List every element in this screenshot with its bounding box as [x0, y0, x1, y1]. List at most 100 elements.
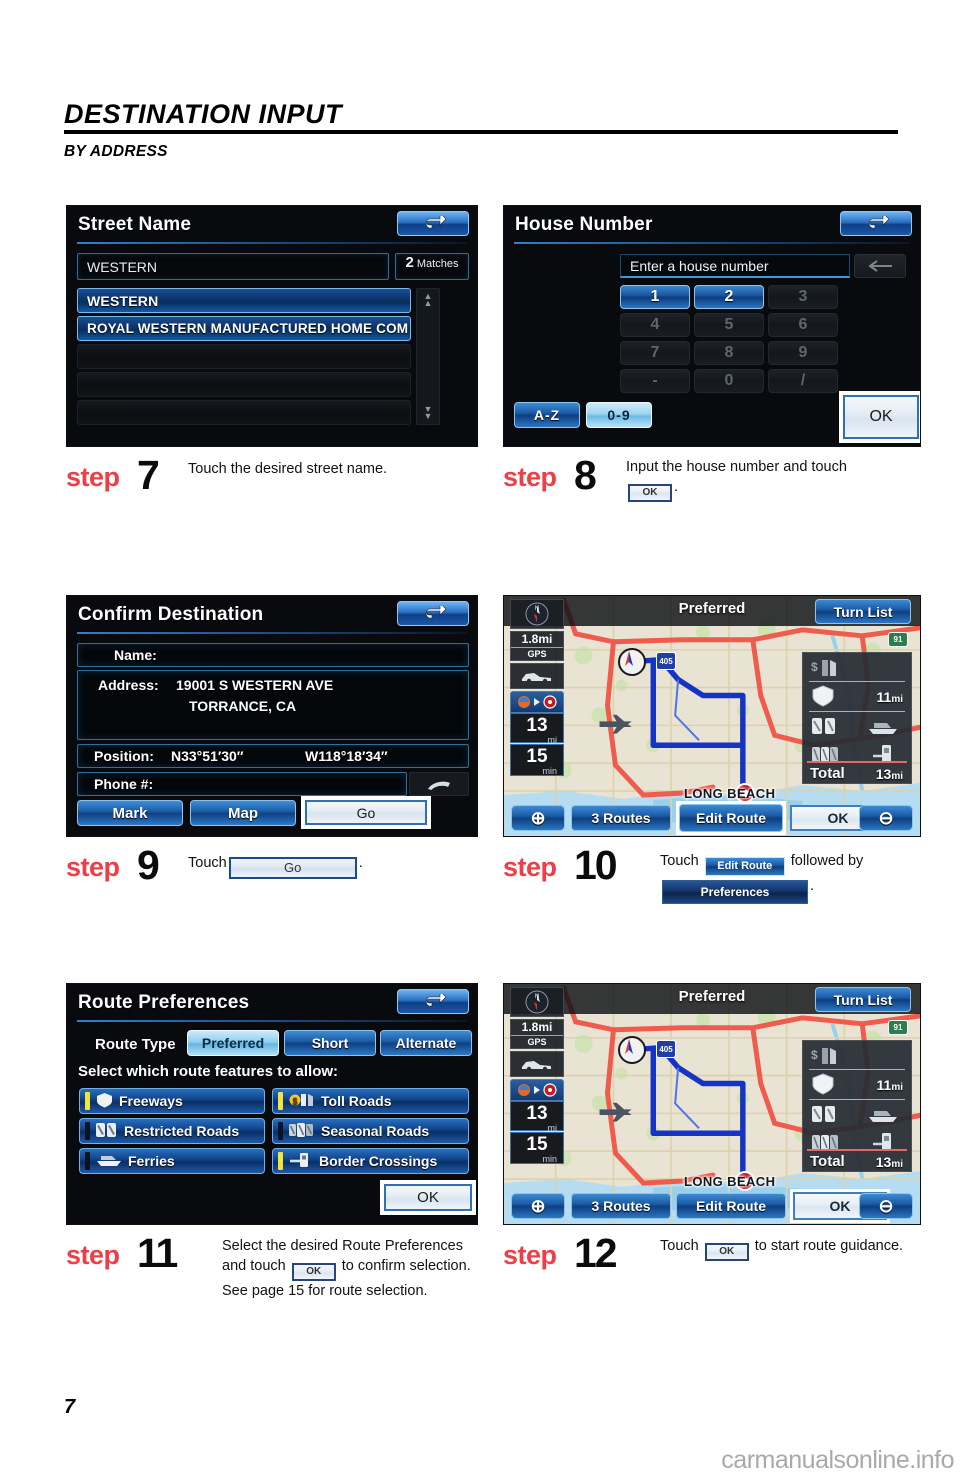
step-word: step: [66, 1240, 120, 1270]
time-box: 15 min: [510, 1132, 564, 1164]
zoom-out-icon[interactable]: ⊖: [859, 1193, 913, 1219]
screen-title: House Number: [515, 214, 653, 235]
feature-restricted-roads[interactable]: Restricted Roads: [79, 1118, 265, 1144]
restricted-road-icon: [96, 1122, 118, 1141]
tab-az[interactable]: A-Z: [514, 402, 580, 428]
scroll-down-icon[interactable]: ▼ ▼: [424, 405, 433, 421]
ok-button-highlight: OK: [380, 1180, 476, 1215]
back-arrow-icon[interactable]: [397, 601, 469, 626]
tab-09[interactable]: 0-9: [586, 402, 652, 428]
key-label: -: [652, 372, 658, 389]
feature-border-crossings[interactable]: Border Crossings: [272, 1148, 469, 1174]
turn-list-button[interactable]: Turn List: [815, 599, 911, 624]
key-4: 4: [620, 313, 690, 337]
phone-icon[interactable]: [409, 772, 469, 796]
city-label: LONG BEACH: [684, 786, 776, 801]
legend-total-value: 13mi: [875, 1154, 903, 1170]
list-item-empty: [77, 372, 411, 397]
step-text-after: .: [674, 479, 679, 495]
inline-go-button[interactable]: Go: [228, 857, 357, 879]
key-label: 1: [650, 288, 660, 305]
turn-list-button[interactable]: Turn List: [815, 987, 911, 1012]
name-label: Name:: [114, 647, 157, 663]
zoom-in-icon[interactable]: ⊕: [511, 1193, 565, 1219]
step-word: step: [503, 1240, 557, 1270]
highway-shield-91: 91: [888, 1020, 908, 1035]
watermark: carmanualsonline.info: [721, 1446, 954, 1474]
route-legend-panel: $ 11mi Total 13mi: [802, 652, 912, 784]
key-label: 0: [724, 372, 734, 389]
step-11-screenshot: Route Preferences Route Type Preferred S…: [66, 983, 478, 1225]
routes-button-label: 3 Routes: [591, 810, 651, 826]
mark-button[interactable]: Mark: [77, 800, 183, 826]
scroll-up-icon[interactable]: ▲ ▲: [424, 292, 433, 308]
toll-road-icon: $: [809, 657, 839, 684]
back-arrow-icon[interactable]: [840, 211, 912, 236]
step-10-screenshot: 405 91 LONG BEACH Preferred Turn List N: [503, 595, 921, 837]
route-type-alternate[interactable]: Alternate: [380, 1030, 472, 1056]
edit-route-button[interactable]: Edit Route: [679, 804, 783, 832]
toll-road-icon: $: [289, 1092, 315, 1111]
feature-seasonal-roads[interactable]: Seasonal Roads: [272, 1118, 469, 1144]
ferry-icon: [867, 717, 899, 740]
ok-button[interactable]: OK: [384, 1184, 472, 1211]
key-1[interactable]: 1: [620, 285, 690, 309]
inline-preferences-button[interactable]: Preferences: [662, 880, 808, 904]
key-label: 2: [724, 288, 734, 305]
address-line-2: TORRANCE, CA: [189, 698, 297, 714]
step-text-after: .: [358, 855, 363, 871]
feature-freeways[interactable]: Freeways: [79, 1088, 265, 1114]
time-value: 15: [526, 746, 548, 767]
back-arrow-icon[interactable]: [397, 211, 469, 236]
gps-distance-box: 1.8mi GPS: [510, 631, 564, 661]
step-word: step: [503, 852, 557, 882]
feature-ferries[interactable]: Ferries: [79, 1148, 265, 1174]
route-type-short[interactable]: Short: [284, 1030, 376, 1056]
title-underline: [77, 1020, 467, 1022]
zoom-in-icon[interactable]: ⊕: [511, 805, 565, 831]
map-button[interactable]: Map: [190, 800, 296, 826]
zoom-out-icon[interactable]: ⊖: [859, 805, 913, 831]
step-text: Touch Edit Route followed by Preferences…: [660, 851, 930, 904]
inline-ok-button[interactable]: OK: [704, 1243, 749, 1261]
feature-toll-roads[interactable]: $ Toll Roads: [272, 1088, 469, 1114]
city-label: LONG BEACH: [684, 1174, 776, 1189]
time-unit: min: [542, 1154, 557, 1164]
feature-label: Freeways: [119, 1093, 183, 1109]
screen-confirm-destination: Confirm Destination Name: Address: 19001…: [66, 595, 478, 837]
matches-count: 2: [405, 254, 414, 271]
screen-street-name: Street Name WESTERN 2 Matches WESTERN RO…: [66, 205, 478, 447]
inline-ok-button[interactable]: OK: [628, 484, 672, 502]
ok-button-highlight: OK: [839, 391, 920, 443]
distance-box: 13 mi: [510, 713, 564, 745]
house-number-input[interactable]: Enter a house number: [620, 254, 850, 278]
inline-ok-button[interactable]: OK: [291, 1263, 336, 1281]
key-2[interactable]: 2: [694, 285, 764, 309]
compass-north-icon[interactable]: N: [510, 599, 564, 629]
key-label: 8: [724, 344, 734, 361]
routes-button[interactable]: 3 Routes: [571, 805, 671, 831]
backspace-arrow-icon[interactable]: [854, 254, 906, 278]
back-arrow-icon[interactable]: [397, 989, 469, 1014]
step-9-screenshot: Confirm Destination Name: Address: 19001…: [66, 595, 478, 837]
gps-distance: 1.8mi: [521, 632, 553, 646]
feature-label: Restricted Roads: [124, 1123, 240, 1139]
step-number: 7: [137, 452, 160, 498]
ok-button[interactable]: OK: [843, 395, 919, 439]
list-scrollbar[interactable]: ▲ ▲ ▼ ▼: [416, 288, 440, 425]
step-word: step: [66, 462, 120, 492]
inline-edit-route-button[interactable]: Edit Route: [704, 857, 785, 876]
go-button[interactable]: Go: [305, 800, 427, 825]
list-item-empty: [77, 344, 411, 369]
key-label: 5: [724, 316, 734, 333]
route-type-label-2: Alternate: [395, 1035, 457, 1051]
screen-title: Confirm Destination: [78, 604, 264, 625]
compass-north-icon[interactable]: N: [510, 987, 564, 1017]
routes-button[interactable]: 3 Routes: [571, 1193, 671, 1219]
edit-route-button[interactable]: Edit Route: [676, 1193, 786, 1219]
title-underline: [514, 242, 910, 244]
step-number: 12: [574, 1230, 618, 1276]
gps-distance-box: 1.8mi GPS: [510, 1019, 564, 1049]
route-type-preferred[interactable]: Preferred: [187, 1030, 279, 1056]
step-text-before: Touch: [660, 1238, 699, 1254]
